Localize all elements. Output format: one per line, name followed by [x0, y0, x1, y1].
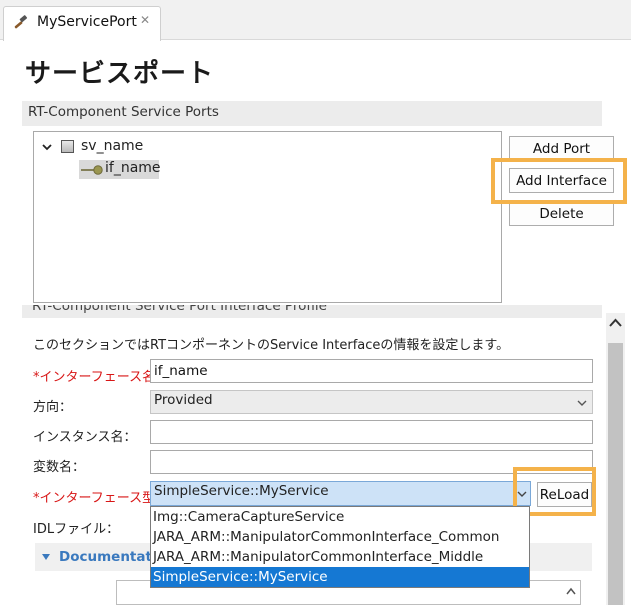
dropdown-option[interactable]: Img::CameraCaptureService	[151, 507, 529, 527]
idl-file-label: IDLファイル：	[33, 522, 120, 537]
close-icon[interactable]: ✕	[138, 13, 152, 27]
interface-type-value: SimpleService::MyService	[154, 483, 329, 499]
section-title: RT-Component Service Ports	[28, 104, 219, 120]
delete-button[interactable]: Delete	[509, 201, 614, 226]
variable-name-label: 変数名：	[33, 460, 86, 475]
tree-item-port[interactable]: sv_name	[81, 138, 143, 154]
section-description: このセクションではRTコンポーネントのService Interfaceの情報を…	[33, 338, 510, 353]
page-title: サービスポート	[25, 59, 215, 89]
service-port-icon	[61, 140, 74, 153]
section-title: RT-Component Service Port Interface Prof…	[32, 305, 327, 314]
hammer-icon	[14, 15, 28, 29]
direction-select[interactable]: Provided	[150, 390, 593, 414]
interface-lollipop-icon	[81, 165, 103, 175]
service-port-tree[interactable]: sv_name if_name	[33, 131, 502, 303]
tab-myserviceport[interactable]: MyServicePort ✕	[3, 6, 161, 41]
scrollbar-thumb[interactable]	[608, 343, 623, 605]
interface-name-label: *インターフェース名：	[33, 370, 169, 385]
instance-name-label: インスタンス名：	[33, 430, 137, 445]
tab-title: MyServicePort	[37, 14, 137, 30]
direction-value: Provided	[154, 392, 213, 408]
dropdown-option[interactable]: JARA_ARM::ManipulatorCommonInterface_Com…	[151, 527, 529, 547]
chevron-down-icon	[577, 400, 587, 406]
chevron-up-icon[interactable]	[563, 583, 579, 601]
dropdown-option[interactable]: JARA_ARM::ManipulatorCommonInterface_Mid…	[151, 547, 529, 567]
interface-type-label: *インターフェース型：	[33, 491, 169, 506]
tree-item-interface[interactable]: if_name	[79, 160, 161, 179]
section-header-service-ports: RT-Component Service Ports	[22, 101, 602, 126]
chevron-up-icon[interactable]	[606, 313, 625, 333]
chevron-down-icon[interactable]	[41, 141, 53, 153]
expand-triangle-icon[interactable]	[41, 552, 51, 562]
interface-type-combo[interactable]: SimpleService::MyService	[150, 481, 531, 506]
vertical-scrollbar[interactable]	[606, 313, 625, 605]
dropdown-option-selected[interactable]: SimpleService::MyService	[151, 567, 529, 587]
instance-name-input[interactable]	[150, 420, 593, 444]
highlight-box-add-interface	[491, 158, 627, 204]
section-header-interface-profile: RT-Component Service Port Interface Prof…	[22, 305, 602, 318]
interface-type-dropdown-list[interactable]: Img::CameraCaptureService JARA_ARM::Mani…	[150, 506, 530, 588]
editor-tab-bar: MyServicePort ✕	[0, 0, 631, 41]
interface-name-input[interactable]	[150, 359, 593, 383]
tree-item-interface-label: if_name	[105, 160, 161, 176]
direction-label: 方向：	[33, 400, 73, 415]
